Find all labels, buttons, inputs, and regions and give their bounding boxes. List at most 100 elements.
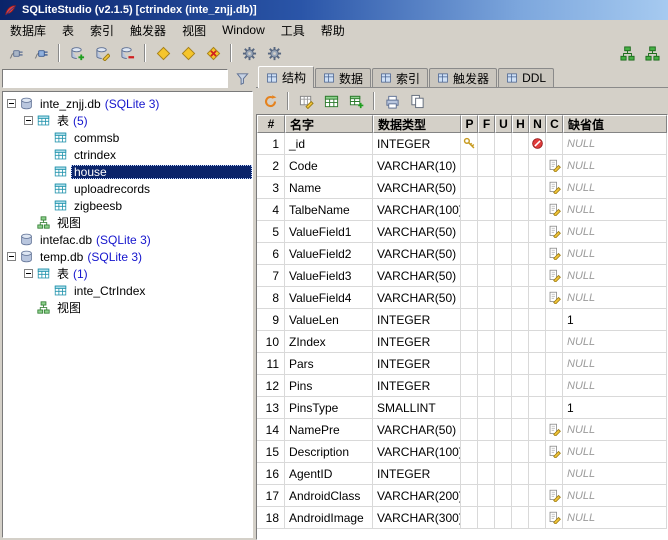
- default-value-cell[interactable]: 1: [563, 397, 667, 419]
- primary-key-cell[interactable]: [461, 133, 478, 155]
- primary-key-cell[interactable]: [461, 463, 478, 485]
- tree-item[interactable]: house: [3, 163, 252, 180]
- default-value-cell[interactable]: NULL: [563, 375, 667, 397]
- table-row[interactable]: 8 ValueField4 VARCHAR(50) NULL: [257, 287, 667, 309]
- column-type-cell[interactable]: INTEGER: [373, 353, 461, 375]
- unique-cell[interactable]: [495, 507, 512, 529]
- foreign-key-cell[interactable]: [478, 287, 495, 309]
- column-type-cell[interactable]: VARCHAR(50): [373, 265, 461, 287]
- foreign-key-cell[interactable]: [478, 199, 495, 221]
- unique-cell[interactable]: [495, 265, 512, 287]
- foreign-key-cell[interactable]: [478, 243, 495, 265]
- tree-filter-input[interactable]: [2, 69, 228, 88]
- export-structure-button[interactable]: [380, 90, 404, 112]
- column-name-cell[interactable]: AndroidClass: [285, 485, 373, 507]
- unique-cell[interactable]: [495, 485, 512, 507]
- collate-cell[interactable]: [546, 133, 563, 155]
- table-row[interactable]: 15 Description VARCHAR(100) NULL: [257, 441, 667, 463]
- header-foreign-key[interactable]: F: [478, 115, 495, 133]
- tree-item[interactable]: zigbeesb: [3, 197, 252, 214]
- column-name-cell[interactable]: _id: [285, 133, 373, 155]
- default-value-cell[interactable]: NULL: [563, 441, 667, 463]
- column-type-cell[interactable]: INTEGER: [373, 309, 461, 331]
- column-type-cell[interactable]: INTEGER: [373, 463, 461, 485]
- open-object-tree-button[interactable]: [615, 42, 639, 64]
- foreign-key-cell[interactable]: [478, 155, 495, 177]
- not-null-cell[interactable]: [529, 375, 546, 397]
- table-row[interactable]: 18 AndroidImage VARCHAR(300) NULL: [257, 507, 667, 529]
- primary-key-cell[interactable]: [461, 309, 478, 331]
- foreign-key-cell[interactable]: [478, 441, 495, 463]
- check-cell[interactable]: [512, 507, 529, 529]
- check-cell[interactable]: [512, 419, 529, 441]
- add-database-button[interactable]: [65, 42, 89, 64]
- primary-key-cell[interactable]: [461, 485, 478, 507]
- tree-item[interactable]: intefac.db(SQLite 3): [3, 231, 252, 248]
- settings-button[interactable]: [237, 42, 261, 64]
- column-name-cell[interactable]: ValueField1: [285, 221, 373, 243]
- not-null-cell[interactable]: [529, 441, 546, 463]
- not-null-cell[interactable]: [529, 485, 546, 507]
- primary-key-cell[interactable]: [461, 397, 478, 419]
- check-cell[interactable]: [512, 199, 529, 221]
- disconnect-database-button[interactable]: [29, 42, 53, 64]
- column-type-cell[interactable]: VARCHAR(50): [373, 419, 461, 441]
- title-bar[interactable]: SQLiteStudio (v2.1.5) [ctrindex (inte_zn…: [0, 0, 668, 20]
- expander-minus-icon[interactable]: [7, 252, 16, 261]
- column-name-cell[interactable]: Pins: [285, 375, 373, 397]
- not-null-cell[interactable]: [529, 397, 546, 419]
- unique-cell[interactable]: [495, 309, 512, 331]
- connect-database-button[interactable]: [4, 42, 28, 64]
- column-name-cell[interactable]: ValueLen: [285, 309, 373, 331]
- expander-minus-icon[interactable]: [7, 99, 16, 108]
- column-type-cell[interactable]: VARCHAR(100): [373, 441, 461, 463]
- table-row[interactable]: 1 _id INTEGER NULL: [257, 133, 667, 155]
- unique-cell[interactable]: [495, 331, 512, 353]
- primary-key-cell[interactable]: [461, 331, 478, 353]
- not-null-cell[interactable]: [529, 243, 546, 265]
- menu-item[interactable]: 数据库: [2, 20, 54, 41]
- detail-tab[interactable]: 结构: [258, 66, 314, 88]
- not-null-cell[interactable]: [529, 221, 546, 243]
- collate-cell[interactable]: [546, 155, 563, 177]
- table-row[interactable]: 2 Code VARCHAR(10) NULL: [257, 155, 667, 177]
- collate-cell[interactable]: [546, 177, 563, 199]
- unique-cell[interactable]: [495, 419, 512, 441]
- column-name-cell[interactable]: AgentID: [285, 463, 373, 485]
- not-null-cell[interactable]: [529, 507, 546, 529]
- primary-key-cell[interactable]: [461, 177, 478, 199]
- table-row[interactable]: 13 PinsType SMALLINT 1: [257, 397, 667, 419]
- foreign-key-cell[interactable]: [478, 485, 495, 507]
- header-unique[interactable]: U: [495, 115, 512, 133]
- collate-cell[interactable]: [546, 309, 563, 331]
- table-row[interactable]: 3 Name VARCHAR(50) NULL: [257, 177, 667, 199]
- default-value-cell[interactable]: NULL: [563, 507, 667, 529]
- column-type-cell[interactable]: VARCHAR(50): [373, 221, 461, 243]
- column-type-cell[interactable]: VARCHAR(200): [373, 485, 461, 507]
- table-row[interactable]: 16 AgentID INTEGER NULL: [257, 463, 667, 485]
- not-null-cell[interactable]: [529, 463, 546, 485]
- detail-tab[interactable]: DDL: [498, 68, 554, 87]
- menu-item[interactable]: 触发器: [122, 20, 174, 41]
- menu-item[interactable]: 表: [54, 20, 82, 41]
- foreign-key-cell[interactable]: [478, 331, 495, 353]
- table-row[interactable]: 9 ValueLen INTEGER 1: [257, 309, 667, 331]
- primary-key-cell[interactable]: [461, 353, 478, 375]
- tree-item[interactable]: 表(5): [3, 112, 252, 129]
- check-cell[interactable]: [512, 309, 529, 331]
- menu-item[interactable]: 工具: [273, 20, 313, 41]
- check-cell[interactable]: [512, 221, 529, 243]
- header-type[interactable]: 数据类型: [373, 115, 461, 133]
- column-type-cell[interactable]: VARCHAR(100): [373, 199, 461, 221]
- table-row[interactable]: 17 AndroidClass VARCHAR(200) NULL: [257, 485, 667, 507]
- foreign-key-cell[interactable]: [478, 353, 495, 375]
- collate-cell[interactable]: [546, 243, 563, 265]
- default-value-cell[interactable]: NULL: [563, 155, 667, 177]
- default-value-cell[interactable]: NULL: [563, 133, 667, 155]
- default-value-cell[interactable]: NULL: [563, 177, 667, 199]
- menu-item[interactable]: 索引: [82, 20, 122, 41]
- column-type-cell[interactable]: SMALLINT: [373, 397, 461, 419]
- check-cell[interactable]: [512, 463, 529, 485]
- check-cell[interactable]: [512, 441, 529, 463]
- check-cell[interactable]: [512, 133, 529, 155]
